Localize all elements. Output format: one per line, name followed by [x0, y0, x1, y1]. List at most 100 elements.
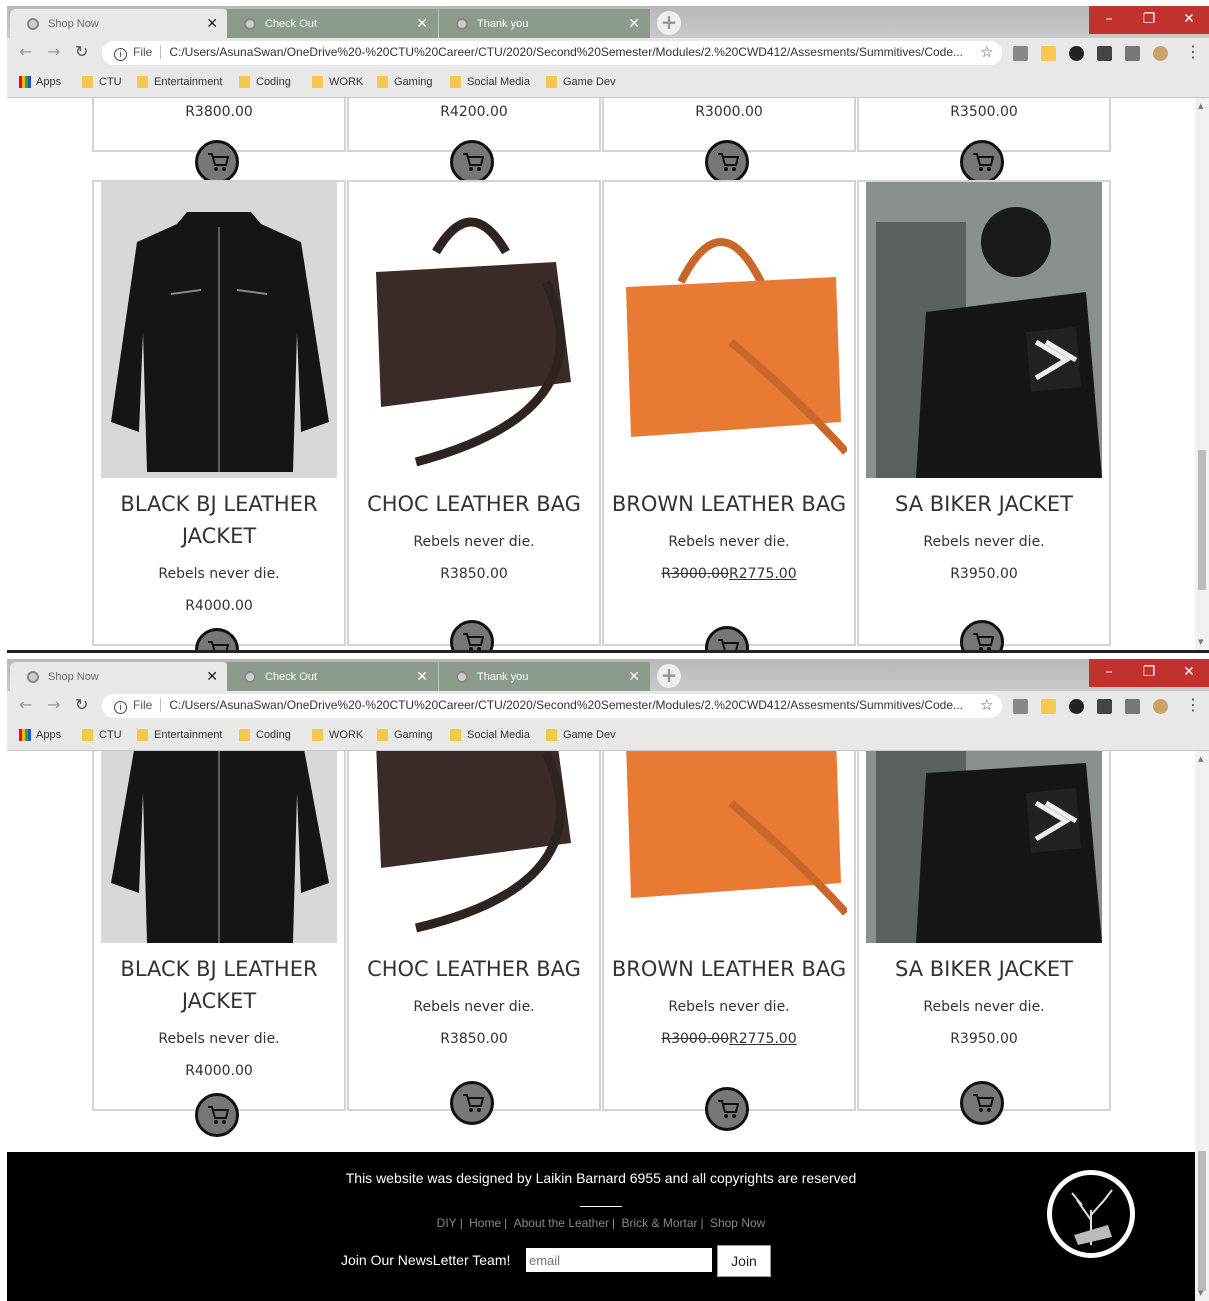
cart-button[interactable] [195, 140, 239, 184]
bookmark-gaming[interactable]: Gaming [377, 729, 433, 741]
bookmark-social-media[interactable]: Social Media [450, 729, 530, 741]
bookmark-entertainment[interactable]: Entertainment [137, 729, 222, 741]
reload-icon[interactable]: ↻ [75, 42, 88, 61]
address-bar[interactable]: i File C:/Users/AsunaSwan/OneDrive%20-%20C… [102, 41, 1002, 65]
bookmarks-bar: Apps CTU Entertainment Coding WORK Gamin… [7, 68, 1209, 98]
close-icon[interactable]: ✕ [416, 668, 428, 685]
restore-button[interactable]: ❐ [1129, 659, 1169, 687]
extension-icon[interactable] [1041, 699, 1056, 714]
folder-icon [450, 729, 461, 741]
bookmark-entertainment[interactable]: Entertainment [137, 76, 222, 88]
product-price: R3000.00 [695, 104, 763, 120]
extension-icon[interactable] [1069, 699, 1084, 714]
sale-price: R2775.00 [729, 566, 797, 582]
pdf-extension-icon[interactable] [1013, 699, 1028, 714]
bookmark-ctu[interactable]: CTU [82, 729, 122, 741]
back-arrow-icon[interactable]: ← [19, 42, 32, 61]
bookmark-gaming[interactable]: Gaming [377, 76, 433, 88]
media-icon[interactable] [1125, 46, 1140, 61]
close-icon[interactable]: ✕ [416, 15, 428, 32]
scroll-up-icon[interactable]: ▲ [1198, 102, 1203, 110]
scrollbar-thumb[interactable] [1198, 450, 1206, 590]
pdf-extension-icon[interactable] [1013, 46, 1028, 61]
info-icon[interactable]: i [114, 701, 127, 714]
address-bar[interactable]: i File C:/Users/AsunaSwan/OneDrive%20-%20C… [102, 694, 1002, 718]
restore-button[interactable]: ❐ [1129, 6, 1169, 34]
close-icon[interactable]: ✕ [206, 15, 218, 32]
sale-price: R2775.00 [729, 1031, 797, 1047]
footer-link-diy[interactable]: DIY [437, 1216, 457, 1230]
bookmark-coding[interactable]: Coding [239, 729, 291, 741]
tab-check-out[interactable]: Check Out ✕ [227, 9, 438, 38]
tab-shop-now[interactable]: Shop Now ✕ [10, 662, 228, 691]
scrollbar[interactable]: ▲ ▼ [1195, 98, 1209, 650]
cart-button[interactable] [195, 1093, 239, 1137]
site-footer: This website was designed by Laikin Barn… [7, 1152, 1195, 1301]
product-name: SA BIKER JACKET [894, 957, 1074, 981]
cart-icon [463, 153, 485, 171]
avatar[interactable] [1153, 699, 1168, 714]
folder-icon [82, 76, 93, 88]
avatar[interactable] [1153, 46, 1168, 61]
scrollbar[interactable]: ▲ ▼ [1195, 751, 1209, 1301]
extension-icon[interactable] [1069, 46, 1084, 61]
bookmark-coding[interactable]: Coding [239, 76, 291, 88]
scroll-down-icon[interactable]: ▼ [1198, 638, 1203, 646]
bookmark-ctu[interactable]: CTU [82, 76, 122, 88]
cart-icon [973, 1094, 995, 1112]
bookmark-work[interactable]: WORK [312, 729, 363, 741]
tab-label: Thank you [477, 671, 529, 683]
reload-icon[interactable]: ↻ [75, 695, 88, 714]
tab-thank-you[interactable]: Thank you ✕ [439, 662, 650, 691]
join-button[interactable]: Join [717, 1245, 771, 1277]
bookmark-star-icon[interactable]: ☆ [980, 696, 993, 714]
minimize-button[interactable]: – [1089, 659, 1129, 687]
scroll-down-icon[interactable]: ▼ [1198, 1289, 1203, 1297]
footer-link-brick-mortar[interactable]: Brick & Mortar [621, 1216, 697, 1230]
back-arrow-icon[interactable]: ← [19, 695, 32, 714]
new-tab-button[interactable]: + [657, 664, 681, 688]
product-price: R3500.00 [950, 104, 1018, 120]
scrollbar-thumb[interactable] [1198, 1151, 1206, 1291]
new-tab-button[interactable]: + [657, 11, 681, 35]
bookmark-work[interactable]: WORK [312, 76, 363, 88]
menu-icon[interactable]: ⋮ [1185, 695, 1201, 714]
cart-button[interactable] [450, 140, 494, 184]
close-icon[interactable]: ✕ [628, 15, 640, 32]
menu-icon[interactable]: ⋮ [1185, 42, 1201, 61]
scroll-up-icon[interactable]: ▲ [1198, 755, 1203, 763]
close-window-button[interactable]: ✕ [1169, 6, 1209, 34]
close-window-button[interactable]: ✕ [1169, 659, 1209, 687]
product-tagline: Rebels never die. [668, 999, 790, 1015]
tab-check-out[interactable]: Check Out ✕ [227, 662, 438, 691]
puzzle-icon[interactable] [1097, 46, 1112, 61]
tab-thank-you[interactable]: Thank you ✕ [439, 9, 650, 38]
minimize-button[interactable]: – [1089, 6, 1129, 34]
close-icon[interactable]: ✕ [628, 668, 640, 685]
bookmark-apps[interactable]: Apps [19, 729, 61, 741]
browser-toolbar: ← → ↻ i File C:/Users/AsunaSwan/OneDrive%2… [7, 691, 1209, 721]
extension-icon[interactable] [1041, 46, 1056, 61]
bookmark-game-dev[interactable]: Game Dev [546, 729, 616, 741]
bookmark-apps[interactable]: Apps [19, 76, 61, 88]
close-icon[interactable]: ✕ [206, 668, 218, 685]
footer-link-about-leather[interactable]: About the Leather [514, 1216, 609, 1230]
bookmark-social-media[interactable]: Social Media [450, 76, 530, 88]
cart-button[interactable] [705, 1087, 749, 1131]
cart-icon [208, 641, 230, 650]
info-icon[interactable]: i [114, 48, 127, 61]
email-field[interactable] [526, 1248, 712, 1272]
forward-arrow-icon[interactable]: → [47, 695, 60, 714]
footer-link-home[interactable]: Home [469, 1216, 501, 1230]
forward-arrow-icon[interactable]: → [47, 42, 60, 61]
cart-button[interactable] [450, 1081, 494, 1125]
footer-link-shop-now[interactable]: Shop Now [710, 1216, 765, 1230]
cart-button[interactable] [960, 1081, 1004, 1125]
cart-button[interactable] [960, 140, 1004, 184]
bookmark-game-dev[interactable]: Game Dev [546, 76, 616, 88]
media-icon[interactable] [1125, 699, 1140, 714]
puzzle-icon[interactable] [1097, 699, 1112, 714]
cart-button[interactable] [705, 140, 749, 184]
bookmark-star-icon[interactable]: ☆ [980, 43, 993, 61]
tab-shop-now[interactable]: Shop Now ✕ [10, 9, 228, 38]
